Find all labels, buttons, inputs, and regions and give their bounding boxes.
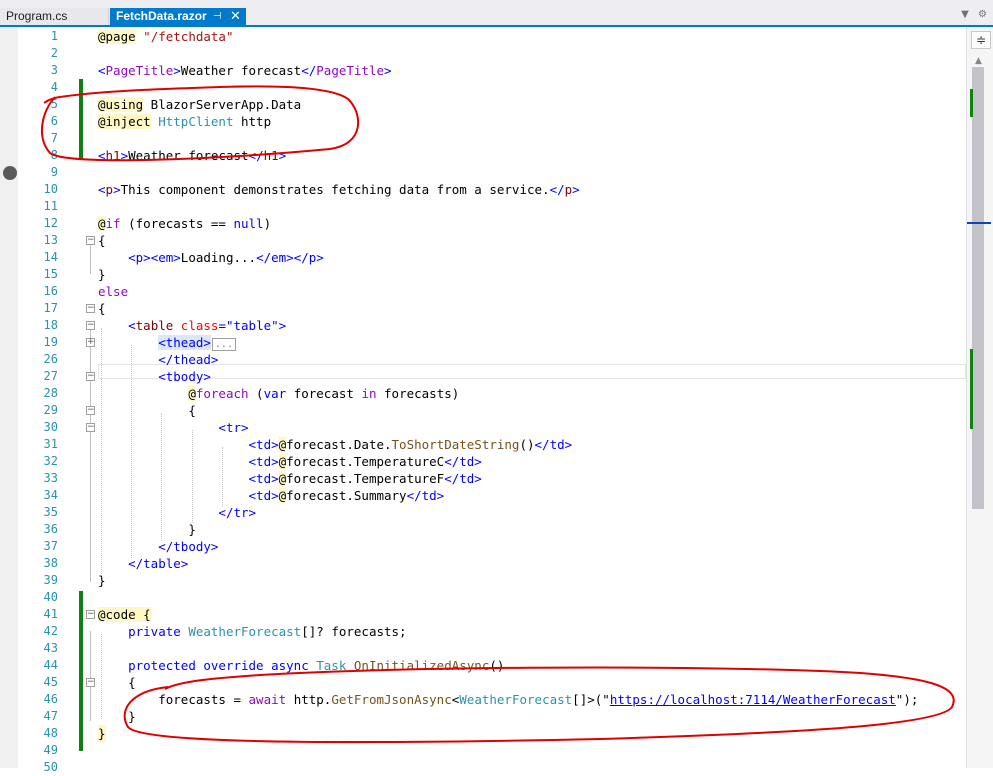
close-icon[interactable]: ✕ [230, 7, 241, 24]
annotation-circle-top [41, 85, 360, 162]
tab-label: FetchData.razor [116, 9, 207, 23]
tab-tools: ▼ ⚙ [955, 9, 987, 20]
chevron-down-icon[interactable]: ▼ [961, 9, 969, 20]
vertical-scrollbar[interactable]: ≑ ▲ [966, 27, 993, 768]
annotation-overlay [41, 85, 955, 744]
caret-position-marker [967, 222, 991, 224]
pin-icon[interactable]: ⊣ [213, 8, 222, 25]
tab-label: Program.cs [6, 9, 68, 23]
tab-program-cs[interactable]: Program.cs [0, 8, 109, 25]
annotation-circle-bottom [123, 666, 955, 744]
code-editor[interactable]: 1 2 3 4 5 6 7 8 9 10 11 12 13 14 15 16 17 18 19 26 27 28 29 30 3… [0, 27, 966, 774]
scrollbar-thumb[interactable] [972, 67, 984, 509]
split-window-button[interactable]: ≑ [971, 31, 991, 49]
scroll-up-icon[interactable]: ▲ [975, 56, 982, 66]
tab-fetchdata-razor[interactable]: FetchData.razor ⊣ ✕ [110, 8, 246, 25]
gear-icon[interactable]: ⚙ [978, 9, 987, 20]
change-marker [970, 89, 973, 117]
document-tab-strip: Program.cs FetchData.razor ⊣ ✕ ▼ ⚙ [0, 0, 993, 27]
change-marker [970, 349, 973, 429]
